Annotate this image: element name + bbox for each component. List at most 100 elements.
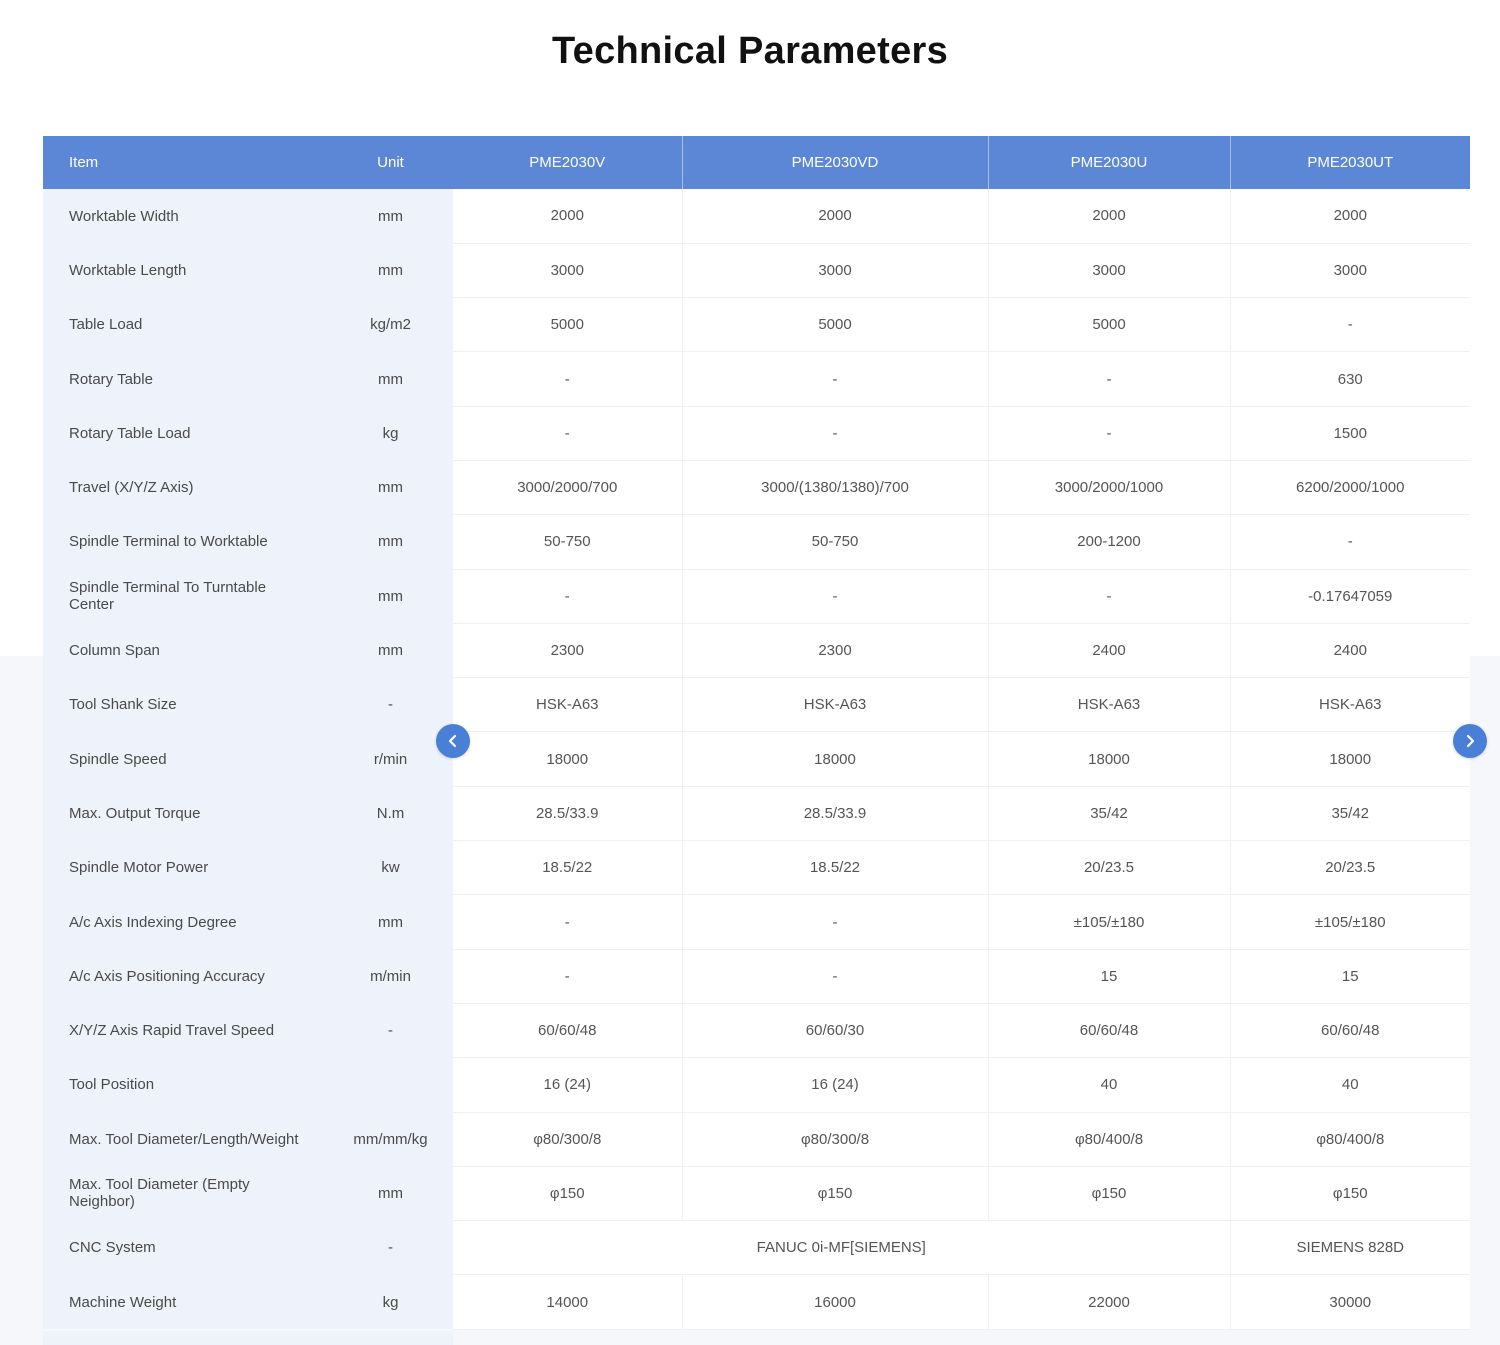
table-row: X/Y/Z Axis Rapid Travel Speed -60/60/48 60… (43, 1003, 1470, 1059)
row-value: 2000 (681, 189, 988, 244)
row-value: - (1229, 514, 1470, 570)
table-row: Max. Tool Diameter/Length/Weight mm/mm/kg… (43, 1112, 1470, 1167)
row-value: HSK-A63 (681, 677, 988, 733)
row-unit: mm (328, 460, 453, 515)
row-value: φ150 (453, 1166, 682, 1222)
row-value: 60/60/48 (1229, 1003, 1470, 1059)
row-value: φ150 (1229, 1166, 1470, 1222)
row-value: - (681, 894, 988, 950)
row-unit: kw (328, 840, 453, 895)
table-row: Spindle Terminal to Worktable mm 50-750 50-… (43, 514, 1470, 570)
row-unit: m/min (328, 949, 453, 1004)
row-value: 18000 (681, 731, 988, 787)
row-item-label: Spindle Motor Power (43, 840, 328, 895)
row-value: - (681, 569, 988, 624)
row-value: - (681, 949, 988, 1004)
row-value: 30000 (1229, 1274, 1470, 1330)
row-value: - (987, 351, 1230, 407)
row-unit: kg/m2 (328, 297, 453, 352)
row-value: - (987, 569, 1230, 624)
row-value: 18000 (987, 731, 1230, 787)
row-value: - (453, 351, 682, 407)
table-row: Max. Tool Diameter (Empty Neighbor) mm φ15… (43, 1166, 1470, 1222)
header-unit: Unit (328, 136, 453, 189)
row-value: 2400 (987, 623, 1230, 679)
row-item-label: X/Y/Z Axis Rapid Travel Speed (43, 1003, 328, 1058)
row-value: 3000 (987, 243, 1230, 299)
row-item-label: Column Span (43, 623, 328, 678)
row-item-label: A/c Axis Indexing Degree (43, 894, 328, 950)
prev-button[interactable] (436, 724, 470, 758)
row-value: 3000 (453, 243, 682, 299)
row-value: 2000 (453, 189, 682, 244)
row-value: 5000 (987, 297, 1230, 353)
row-unit (328, 1057, 453, 1113)
row-item-label: Tool Shank Size (43, 677, 328, 732)
page-title: Technical Parameters (551, 30, 949, 72)
row-unit: mm/mm/kg (328, 1112, 453, 1167)
table-row: Travel (X/Y/Z Axis) mm 3000/2000/700 3000/(… (43, 460, 1470, 516)
row-value: φ150 (681, 1166, 988, 1222)
table-row: Column Span mm 2300 2300 2400 2400 (43, 623, 1470, 679)
table-row: Tool Position 16 (24) 16 (24) 40 40 (43, 1057, 1470, 1113)
row-value: 16 (24) (681, 1057, 988, 1113)
row-value: HSK-A63 (987, 677, 1230, 733)
row-item-label: Tool Position (43, 1057, 328, 1113)
row-item-label: Spindle Speed (43, 731, 328, 787)
row-item-label: Worktable Length (43, 243, 328, 298)
row-item-label: Travel (X/Y/Z Axis) (43, 460, 328, 515)
row-value: 15 (1229, 949, 1470, 1004)
row-unit: kg (328, 1274, 453, 1330)
next-button[interactable] (1453, 724, 1487, 758)
row-value: 15 (987, 949, 1230, 1004)
table-row: Table Load kg/m2 5000 5000 5000- (43, 297, 1470, 353)
row-value: ±105/±180 (1229, 894, 1470, 950)
row-value: 2300 (681, 623, 988, 679)
row-unit: mm (328, 514, 453, 570)
table-row: A/c Axis Indexing Degree mm - - ±105/±180 ±10… (43, 894, 1470, 950)
row-value: - (453, 406, 682, 461)
row-item-label: Rotary Table Load (43, 406, 328, 461)
row-value: 1500 (1229, 406, 1470, 461)
row-item-label: Max. Tool Diameter (Empty Neighbor) (43, 1166, 328, 1221)
technical-parameters-table: Item Unit PME2030V PME2030VD PME2030U PM… (43, 136, 1470, 1330)
row-unit: r/min (328, 731, 453, 787)
row-value: φ80/300/8 (453, 1112, 682, 1167)
table-row: Spindle Motor Power kw 18.5/22 18.5/22 20/23… (43, 840, 1470, 896)
row-value: 60/60/48 (987, 1003, 1230, 1059)
row-value: 28.5/33.9 (453, 786, 682, 842)
header-model: PME2030UT (1229, 136, 1470, 189)
row-value: 5000 (453, 297, 682, 353)
row-value: -0.17647059 (1229, 569, 1470, 624)
row-value: - (987, 406, 1230, 461)
table-row: Machine Weight kg 14000 16000 22000 30000 (43, 1274, 1470, 1330)
row-value: 5000 (681, 297, 988, 353)
row-value: 60/60/48 (453, 1003, 682, 1059)
header-model: PME2030U (987, 136, 1230, 189)
row-item-label: Max. Tool Diameter/Length/Weight (43, 1112, 328, 1167)
row-unit: mm (328, 569, 453, 624)
row-value: 18000 (1229, 731, 1470, 787)
row-value: 40 (1229, 1057, 1470, 1113)
row-unit: kg (328, 406, 453, 461)
row-value: 35/42 (1229, 786, 1470, 842)
row-value: - (453, 894, 682, 950)
table-row: Tool Shank Size - HSK-A63 HSK-A63 HSK-A63 HSK… (43, 677, 1470, 733)
row-unit: N.m (328, 786, 453, 841)
row-value: 6200/2000/1000 (1229, 460, 1470, 516)
row-value: - (681, 406, 988, 461)
row-item-label: Spindle Terminal To Turntable Center (43, 569, 328, 624)
row-item-label: A/c Axis Positioning Accuracy (43, 949, 328, 1004)
row-unit: - (328, 1220, 453, 1275)
chevron-right-icon (1463, 734, 1477, 748)
chevron-left-icon (446, 734, 460, 748)
row-value: 50-750 (453, 514, 682, 570)
table-row: CNC System - FANUC 0i-MF[SIEMENS] SIEMENS 8… (43, 1220, 1470, 1276)
row-item-label: Max. Output Torque (43, 786, 328, 841)
row-value: 2300 (453, 623, 682, 679)
header-model: PME2030V (453, 136, 682, 189)
row-value: 200-1200 (987, 514, 1230, 570)
row-value: - (453, 949, 682, 1004)
table-row: Worktable Length mm 3000 3000 3000 3000 (43, 243, 1470, 299)
row-value: 28.5/33.9 (681, 786, 988, 842)
